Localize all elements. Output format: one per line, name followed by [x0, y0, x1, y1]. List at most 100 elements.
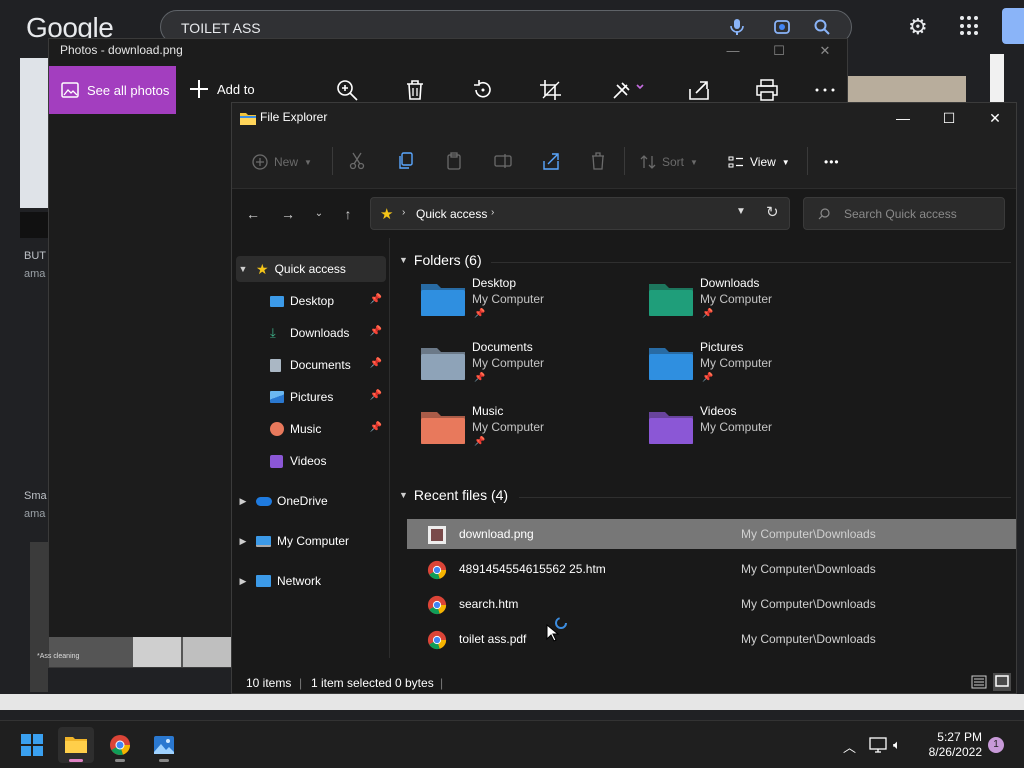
folder-tile-desktop[interactable]: Desktop My Computer 📌 [421, 276, 641, 336]
chevron-down-icon[interactable]: ▼ [399, 255, 408, 265]
network-icon[interactable] [869, 737, 887, 753]
explorer-titlebar[interactable]: File Explorer — ☐ ✕ [232, 103, 1016, 133]
computer-icon [256, 535, 271, 547]
more-icon[interactable] [813, 79, 837, 101]
result-title[interactable]: BUT [24, 250, 46, 262]
result-thumbnail[interactable] [20, 58, 48, 208]
nav-item-quick-access[interactable]: ▼ ★ Quick access [236, 256, 386, 282]
chevron-up-icon[interactable]: ︿ [843, 737, 856, 756]
chevron-right-icon[interactable]: ▶ [236, 576, 250, 587]
pin-icon[interactable]: 📌 [370, 294, 382, 305]
folder-tile-pictures[interactable]: Pictures My Computer 📌 [649, 340, 869, 400]
folder-tile-music[interactable]: Music My Computer 📌 [421, 404, 641, 464]
pin-icon[interactable]: 📌 [370, 390, 382, 401]
recent-locations-chevron-icon[interactable]: ⌄ [308, 204, 330, 224]
minimize-icon[interactable]: — [880, 103, 926, 133]
separator [624, 147, 625, 175]
nav-item-videos[interactable]: Videos [236, 448, 386, 474]
recent-file-row[interactable]: toilet ass.pdf My Computer\Downloads [407, 624, 1016, 654]
zoom-in-icon[interactable] [335, 79, 359, 101]
taskbar-file-explorer[interactable] [58, 727, 94, 763]
nav-item-network[interactable]: ▶ Network [236, 568, 386, 594]
maximize-icon[interactable]: ☐ [769, 41, 789, 61]
lens-icon[interactable] [773, 18, 791, 36]
recent-file-row[interactable]: search.htm My Computer\Downloads [407, 589, 1016, 619]
taskbar-chrome[interactable] [102, 727, 138, 763]
chevron-down-icon[interactable]: ▼ [399, 490, 408, 500]
see-all-photos-button[interactable]: See all photos [49, 66, 176, 114]
microphone-icon[interactable] [728, 18, 746, 36]
nav-item-music[interactable]: Music 📌 [236, 416, 386, 442]
nav-item-onedrive[interactable]: ▶ OneDrive [236, 488, 386, 514]
close-icon[interactable]: ✕ [972, 103, 1018, 133]
nav-item-documents[interactable]: Documents 📌 [236, 352, 386, 378]
photos-titlebar[interactable]: Photos - download.png — ☐ ✕ [49, 39, 847, 63]
nav-item-pictures[interactable]: Pictures 📌 [236, 384, 386, 410]
chevron-right-icon[interactable]: › [491, 207, 494, 218]
maximize-icon[interactable]: ☐ [926, 103, 972, 133]
account-avatar[interactable] [1002, 8, 1024, 44]
chevron-right-icon[interactable]: ▶ [236, 496, 250, 507]
filmstrip-thumbnail[interactable] [183, 637, 231, 667]
folder-tile-downloads[interactable]: Downloads My Computer 📌 [649, 276, 869, 336]
chevron-down-icon[interactable]: ▼ [236, 264, 250, 274]
search-input[interactable]: Search Quick access [803, 197, 1005, 230]
network-icon [256, 575, 271, 587]
up-arrow-icon[interactable]: ↑ [337, 204, 359, 224]
cut-icon[interactable] [349, 152, 365, 170]
filmstrip-thumbnail[interactable] [133, 637, 181, 667]
rename-icon[interactable] [494, 152, 512, 170]
recent-file-row[interactable]: download.png My Computer\Downloads [407, 519, 1016, 549]
folder-tile-videos[interactable]: Videos My Computer [649, 404, 869, 464]
rotate-icon[interactable] [471, 79, 495, 101]
recent-section-header[interactable]: ▼ Recent files (4) [399, 487, 508, 503]
delete-icon[interactable] [590, 152, 606, 170]
address-bar[interactable]: ★ › Quick access › ▼ ↻ [370, 197, 790, 230]
folder-tile-documents[interactable]: Documents My Computer 📌 [421, 340, 641, 400]
see-more-button[interactable]: ••• [824, 151, 840, 173]
chevron-down-icon[interactable]: ▼ [736, 206, 746, 217]
sort-button[interactable]: Sort ▼ [640, 151, 698, 173]
nav-item-desktop[interactable]: Desktop 📌 [236, 288, 386, 314]
refresh-icon[interactable]: ↻ [766, 203, 779, 221]
back-arrow-icon[interactable]: ← [242, 204, 264, 224]
result-title[interactable]: Sma [24, 490, 47, 502]
paste-icon[interactable] [446, 152, 462, 170]
clock[interactable]: 5:27 PM 8/26/2022 [912, 730, 982, 760]
gear-icon[interactable]: ⚙ [908, 14, 928, 40]
crop-icon[interactable] [539, 79, 563, 101]
delete-icon[interactable] [403, 79, 427, 101]
minimize-icon[interactable]: — [723, 41, 743, 61]
pin-icon[interactable]: 📌 [370, 422, 382, 433]
print-icon[interactable] [755, 79, 779, 101]
pin-icon[interactable]: 📌 [370, 326, 382, 337]
address-location[interactable]: Quick access [416, 207, 487, 221]
share-icon[interactable] [542, 152, 560, 170]
recent-file-row[interactable]: 4891454554615562 25.htm My Computer\Downl… [407, 554, 1016, 584]
new-button[interactable]: New ▼ [252, 151, 312, 173]
forward-arrow-icon[interactable]: → [277, 204, 299, 224]
start-button[interactable] [14, 727, 50, 763]
nav-item-my-computer[interactable]: ▶ My Computer [236, 528, 386, 554]
search-icon[interactable] [813, 18, 831, 36]
view-button[interactable]: View ▼ [728, 151, 790, 173]
tiles-view-icon[interactable] [993, 673, 1011, 691]
add-to-button[interactable]: Add to [189, 79, 255, 99]
share-icon[interactable] [687, 79, 711, 101]
close-icon[interactable]: ✕ [815, 41, 835, 61]
result-thumbnail[interactable] [848, 76, 966, 102]
folders-section-header[interactable]: ▼ Folders (6) [399, 252, 482, 268]
pin-icon[interactable]: 📌 [370, 358, 382, 369]
apps-grid-icon[interactable] [960, 16, 980, 36]
chevron-right-icon[interactable]: ▶ [236, 536, 250, 547]
copy-icon[interactable] [398, 152, 414, 170]
result-thumbnail[interactable] [30, 542, 48, 692]
horizontal-scrollbar[interactable] [0, 694, 1024, 710]
nav-item-downloads[interactable]: ⤓ Downloads 📌 [236, 320, 386, 346]
volume-icon[interactable]: 🔈︎ [893, 737, 901, 753]
filmstrip[interactable]: *Ass cleaning [37, 637, 231, 667]
details-view-icon[interactable] [971, 674, 987, 690]
edit-icon[interactable] [611, 79, 645, 101]
taskbar-photos[interactable] [146, 727, 182, 763]
notification-badge[interactable]: 1 [988, 737, 1004, 753]
